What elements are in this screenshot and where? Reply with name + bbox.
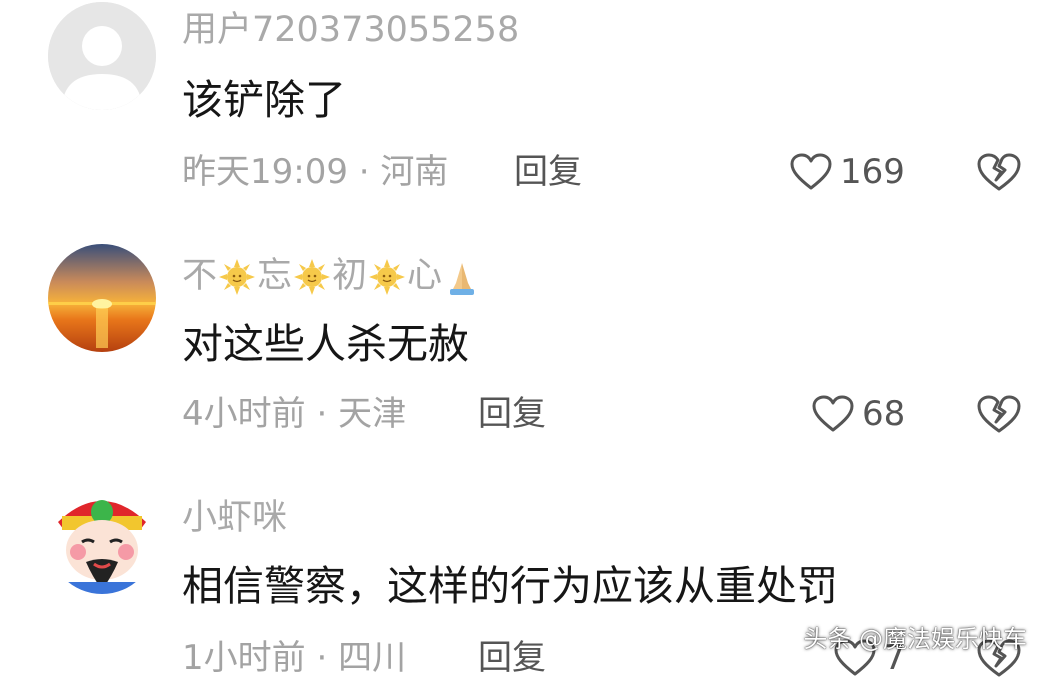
like-count: 169 bbox=[840, 152, 905, 192]
meta-separator: · bbox=[316, 394, 328, 434]
username[interactable]: 不忘初心 bbox=[182, 256, 482, 297]
sun-emoji-icon bbox=[219, 259, 256, 295]
reply-button[interactable]: 回复 bbox=[478, 394, 546, 434]
broken-heart-icon bbox=[977, 395, 1021, 433]
heart-icon bbox=[812, 395, 854, 432]
watermark: 头条 @魔法娱乐快车 bbox=[803, 625, 1027, 653]
dislike-button[interactable] bbox=[976, 394, 1022, 434]
comment-time: 昨天19:09 bbox=[182, 152, 348, 192]
like-button[interactable]: 169 bbox=[790, 152, 905, 192]
sun-emoji-icon bbox=[369, 259, 406, 295]
comment-time: 4小时前 bbox=[182, 394, 306, 434]
reply-button[interactable]: 回复 bbox=[514, 152, 582, 192]
username[interactable]: 用户720373055258 bbox=[182, 10, 519, 50]
cartoon-face-avatar-image bbox=[48, 486, 156, 594]
dislike-button[interactable] bbox=[976, 152, 1022, 192]
username-part: 不 bbox=[182, 256, 218, 296]
avatar[interactable] bbox=[48, 244, 156, 352]
comment-meta: 昨天19:09 · 河南 bbox=[182, 152, 448, 192]
avatar[interactable] bbox=[48, 2, 156, 110]
like-button[interactable]: 68 bbox=[812, 394, 905, 434]
comment-location: 四川 bbox=[338, 638, 407, 678]
comment-time: 1小时前 bbox=[182, 638, 306, 678]
comment-location: 天津 bbox=[338, 394, 407, 434]
username[interactable]: 小虾咪 bbox=[182, 498, 287, 538]
sun-emoji-icon bbox=[294, 259, 331, 295]
comment-text: 该铲除了 bbox=[182, 76, 346, 124]
meta-separator: · bbox=[358, 152, 370, 192]
comment-meta: 1小时前 · 四川 bbox=[182, 638, 406, 678]
avatar[interactable] bbox=[48, 486, 156, 594]
folded-hands-emoji-icon bbox=[450, 263, 475, 295]
username-part: 初 bbox=[332, 256, 368, 296]
username-part: 心 bbox=[407, 256, 443, 296]
reply-button[interactable]: 回复 bbox=[478, 638, 546, 678]
comment-location: 河南 bbox=[380, 152, 449, 192]
broken-heart-icon bbox=[977, 153, 1021, 191]
comment-text: 相信警察，这样的行为应该从重处罚 bbox=[182, 562, 838, 610]
sunset-avatar-image bbox=[48, 244, 156, 352]
default-user-icon bbox=[48, 2, 156, 110]
meta-separator: · bbox=[316, 638, 328, 678]
like-count: 68 bbox=[862, 394, 906, 434]
heart-icon bbox=[790, 153, 832, 190]
username-part: 忘 bbox=[257, 256, 293, 296]
comment-meta: 4小时前 · 天津 bbox=[182, 394, 406, 434]
comment-text: 对这些人杀无赦 bbox=[182, 320, 469, 368]
